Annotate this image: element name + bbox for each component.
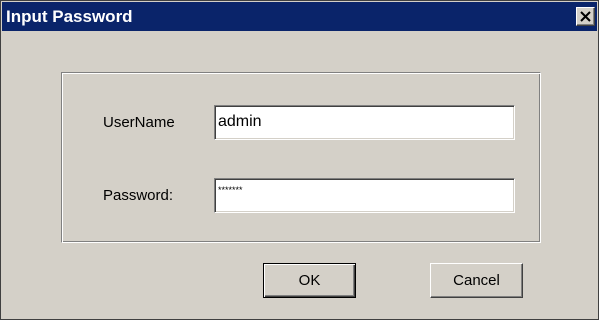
password-label: Password:: [103, 187, 174, 204]
password-mask: *******: [218, 185, 243, 195]
cancel-button[interactable]: Cancel: [430, 263, 523, 298]
input-password-dialog: Input Password UserName admin Password: …: [0, 0, 599, 320]
dialog-title: Input Password: [6, 7, 133, 26]
username-label: UserName: [103, 114, 175, 131]
close-button[interactable]: [576, 7, 595, 26]
title-bar[interactable]: Input Password: [2, 2, 597, 31]
close-icon: [580, 11, 591, 22]
credentials-group: [61, 72, 541, 243]
username-field[interactable]: admin: [214, 105, 515, 140]
username-value: admin: [218, 113, 262, 130]
ok-button[interactable]: OK: [263, 263, 356, 298]
password-field[interactable]: *******: [214, 178, 515, 213]
